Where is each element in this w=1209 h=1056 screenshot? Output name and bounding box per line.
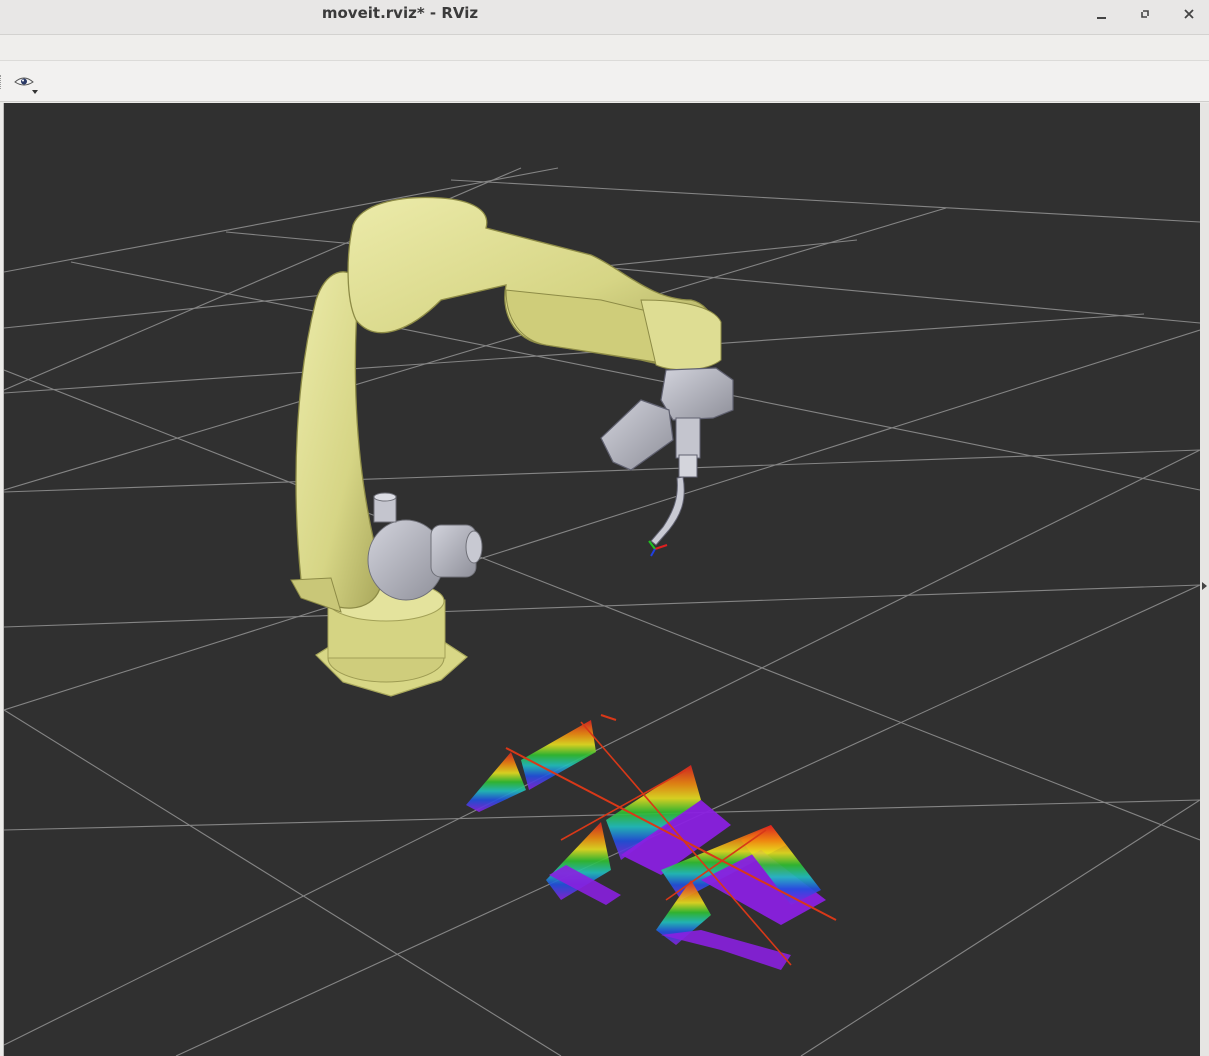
robot-arm — [290, 196, 722, 613]
3d-render-viewport[interactable] — [3, 103, 1200, 1056]
menu-bar — [0, 35, 1209, 61]
robot-motor — [367, 492, 483, 601]
window-titlebar[interactable]: moveit.rviz* - RViz — [0, 0, 1209, 35]
expand-panel-handle[interactable] — [1202, 575, 1209, 590]
minimize-icon — [1096, 17, 1106, 19]
close-button[interactable] — [1176, 4, 1202, 24]
chevron-right-icon — [1202, 582, 1207, 590]
dropdown-arrow-icon — [32, 90, 38, 94]
toolbar — [0, 61, 1209, 102]
view-tool-button[interactable] — [12, 73, 40, 95]
minimize-button[interactable] — [1088, 4, 1114, 24]
restore-button[interactable] — [1132, 4, 1158, 24]
point-cloud — [466, 714, 837, 970]
eye-icon — [14, 77, 34, 86]
toolbar-left-edge — [0, 75, 4, 89]
scene-svg — [4, 167, 1200, 1056]
window-title: moveit.rviz* - RViz — [321, 4, 479, 22]
restore-icon — [1141, 10, 1149, 18]
close-icon — [1184, 9, 1194, 19]
welding-torch — [600, 367, 734, 546]
right-panel-collapsed — [1200, 103, 1209, 1056]
